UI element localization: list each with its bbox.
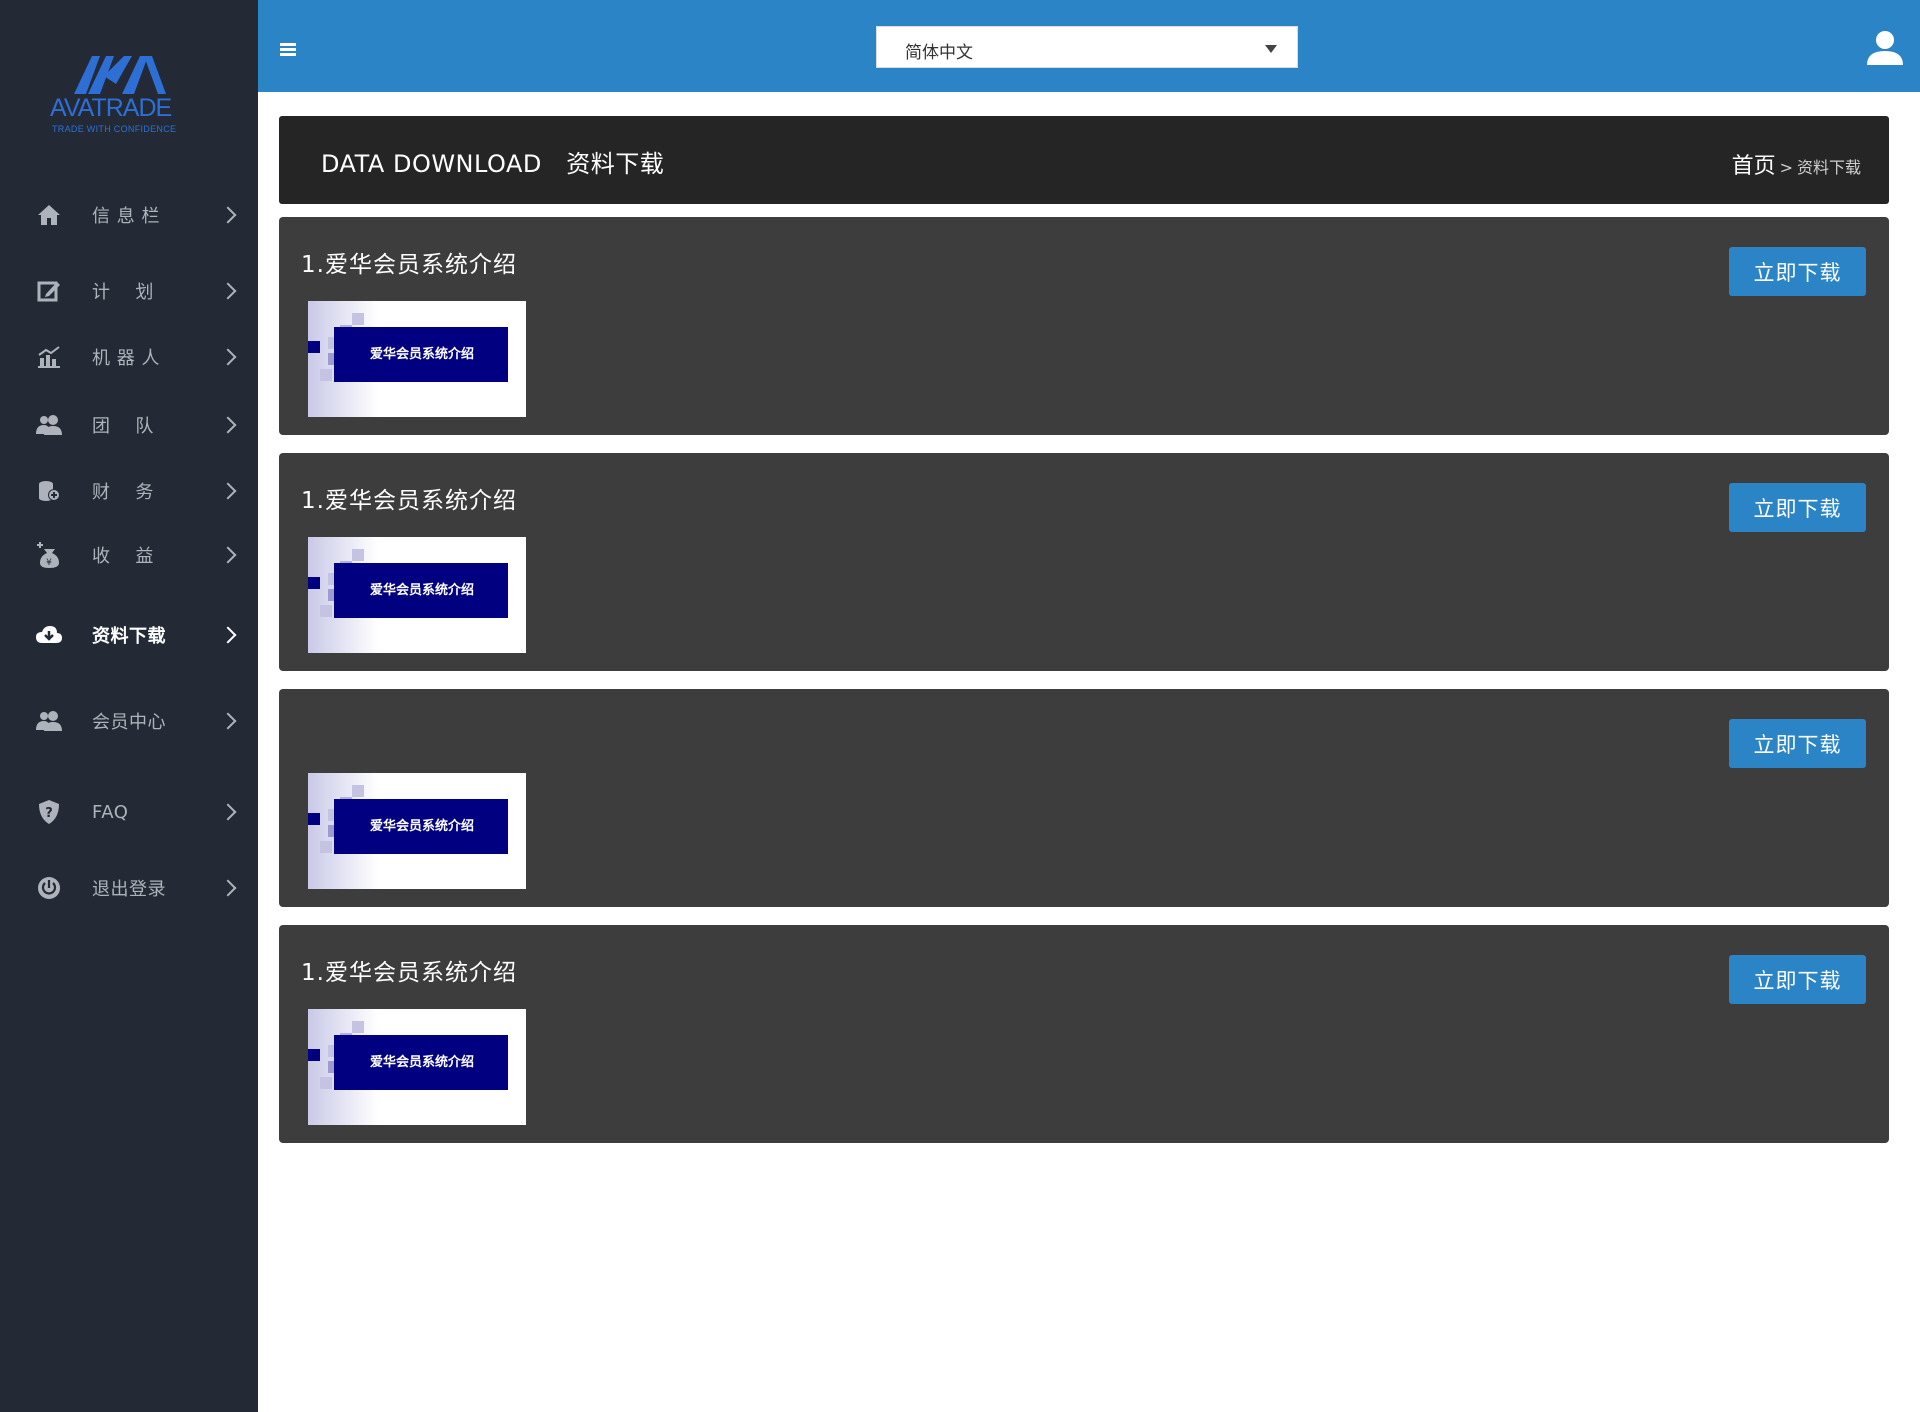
document-thumbnail[interactable]: 爱华会员系统介绍 xyxy=(308,773,526,889)
page-title: DATA DOWNLOAD 资料下载 xyxy=(321,144,664,179)
page-header: DATA DOWNLOAD 资料下载 首页 > 资料下载 xyxy=(279,116,1889,204)
breadcrumb-current: 资料下载 xyxy=(1796,158,1861,177)
topbar: 简体中文 xyxy=(258,0,1920,92)
shield-question-icon: ? xyxy=(36,799,62,825)
sidebar-item-label: 退出登录 xyxy=(92,879,166,900)
sidebar-item-label: 计 划 xyxy=(92,282,154,303)
power-icon xyxy=(36,875,62,901)
sidebar-item-plan[interactable]: 计 划 xyxy=(0,263,258,319)
download-button[interactable]: 立即下载 xyxy=(1729,483,1866,532)
page-title-cn: 资料下载 xyxy=(566,150,665,178)
breadcrumb-separator: > xyxy=(1779,158,1793,177)
chevron-right-icon xyxy=(219,206,237,224)
income-icon: ¥ xyxy=(36,542,62,568)
download-card: 1.爱华会员系统介绍 爱华会员系统介绍 立即下载 xyxy=(279,217,1889,435)
sidebar-item-income[interactable]: ¥ 收 益 xyxy=(0,527,258,583)
chevron-right-icon xyxy=(219,626,237,644)
sidebar-item-member-center[interactable]: 会员中心 xyxy=(0,693,258,749)
chevron-right-icon xyxy=(219,803,237,821)
card-title: 1.爱华会员系统介绍 xyxy=(301,488,517,514)
edit-icon xyxy=(36,278,62,304)
logo[interactable]: AVATRADE TRADE WITH CONFIDENCE xyxy=(44,50,194,140)
member-icon xyxy=(36,708,62,734)
document-thumbnail[interactable]: 爱华会员系统介绍 xyxy=(308,301,526,417)
sidebar-item-logout[interactable]: 退出登录 xyxy=(0,860,258,916)
download-card: 爱华会员系统介绍 立即下载 xyxy=(279,689,1889,907)
page-title-en: DATA DOWNLOAD xyxy=(321,150,542,178)
sidebar: AVATRADE TRADE WITH CONFIDENCE 信 息 栏 计 划… xyxy=(0,0,258,1412)
thumbnail-text: 爱华会员系统介绍 xyxy=(370,347,475,362)
sidebar-item-finance[interactable]: 财 务 xyxy=(0,463,258,519)
sidebar-item-label: 财 务 xyxy=(92,482,154,503)
breadcrumb-home[interactable]: 首页 xyxy=(1732,154,1776,179)
thumbnail-text: 爱华会员系统介绍 xyxy=(370,1055,475,1070)
finance-icon xyxy=(36,478,62,504)
menu-toggle-icon[interactable] xyxy=(280,43,296,57)
download-card: 1.爱华会员系统介绍 爱华会员系统介绍 立即下载 xyxy=(279,925,1889,1143)
thumbnail-text: 爱华会员系统介绍 xyxy=(370,583,475,598)
chart-icon xyxy=(36,344,62,370)
team-icon xyxy=(36,412,62,438)
language-value: 简体中文 xyxy=(905,43,973,63)
sidebar-item-label: 资料下载 xyxy=(92,626,166,647)
download-button[interactable]: 立即下载 xyxy=(1729,955,1866,1004)
sidebar-item-label: 机 器 人 xyxy=(92,348,160,369)
svg-text:¥: ¥ xyxy=(46,558,52,568)
chevron-right-icon xyxy=(219,546,237,564)
sidebar-item-faq[interactable]: ? FAQ xyxy=(0,784,258,840)
user-icon[interactable] xyxy=(1866,30,1904,70)
chevron-right-icon xyxy=(219,282,237,300)
logo-brand: AVATRADE xyxy=(50,94,172,122)
cloud-download-icon xyxy=(36,622,62,648)
sidebar-item-dashboard[interactable]: 信 息 栏 xyxy=(0,187,258,243)
chevron-right-icon xyxy=(219,416,237,434)
language-select[interactable]: 简体中文 xyxy=(876,26,1298,68)
chevron-right-icon xyxy=(219,482,237,500)
document-thumbnail[interactable]: 爱华会员系统介绍 xyxy=(308,1009,526,1125)
thumbnail-text: 爱华会员系统介绍 xyxy=(370,819,475,834)
chevron-right-icon xyxy=(219,712,237,730)
breadcrumb: 首页 > 资料下载 xyxy=(1732,148,1861,180)
sidebar-item-label: 会员中心 xyxy=(92,712,166,733)
card-title: 1.爱华会员系统介绍 xyxy=(301,252,517,278)
sidebar-item-team[interactable]: 团 队 xyxy=(0,397,258,453)
ava-logo-icon xyxy=(74,56,166,94)
caret-down-icon xyxy=(1265,45,1277,53)
download-button[interactable]: 立即下载 xyxy=(1729,719,1866,768)
download-card: 1.爱华会员系统介绍 爱华会员系统介绍 立即下载 xyxy=(279,453,1889,671)
sidebar-item-label: FAQ xyxy=(92,801,129,823)
logo-tagline: TRADE WITH CONFIDENCE xyxy=(52,124,177,134)
chevron-right-icon xyxy=(219,879,237,897)
home-icon xyxy=(36,202,62,228)
sidebar-item-label: 团 队 xyxy=(92,416,154,437)
card-title: 1.爱华会员系统介绍 xyxy=(301,960,517,986)
sidebar-item-data-download[interactable]: 资料下载 xyxy=(0,607,258,663)
sidebar-item-label: 信 息 栏 xyxy=(92,206,160,227)
document-thumbnail[interactable]: 爱华会员系统介绍 xyxy=(308,537,526,653)
svg-text:?: ? xyxy=(45,806,53,821)
download-button[interactable]: 立即下载 xyxy=(1729,247,1866,296)
sidebar-item-label: 收 益 xyxy=(92,546,154,567)
sidebar-item-robot[interactable]: 机 器 人 xyxy=(0,329,258,385)
chevron-right-icon xyxy=(219,348,237,366)
